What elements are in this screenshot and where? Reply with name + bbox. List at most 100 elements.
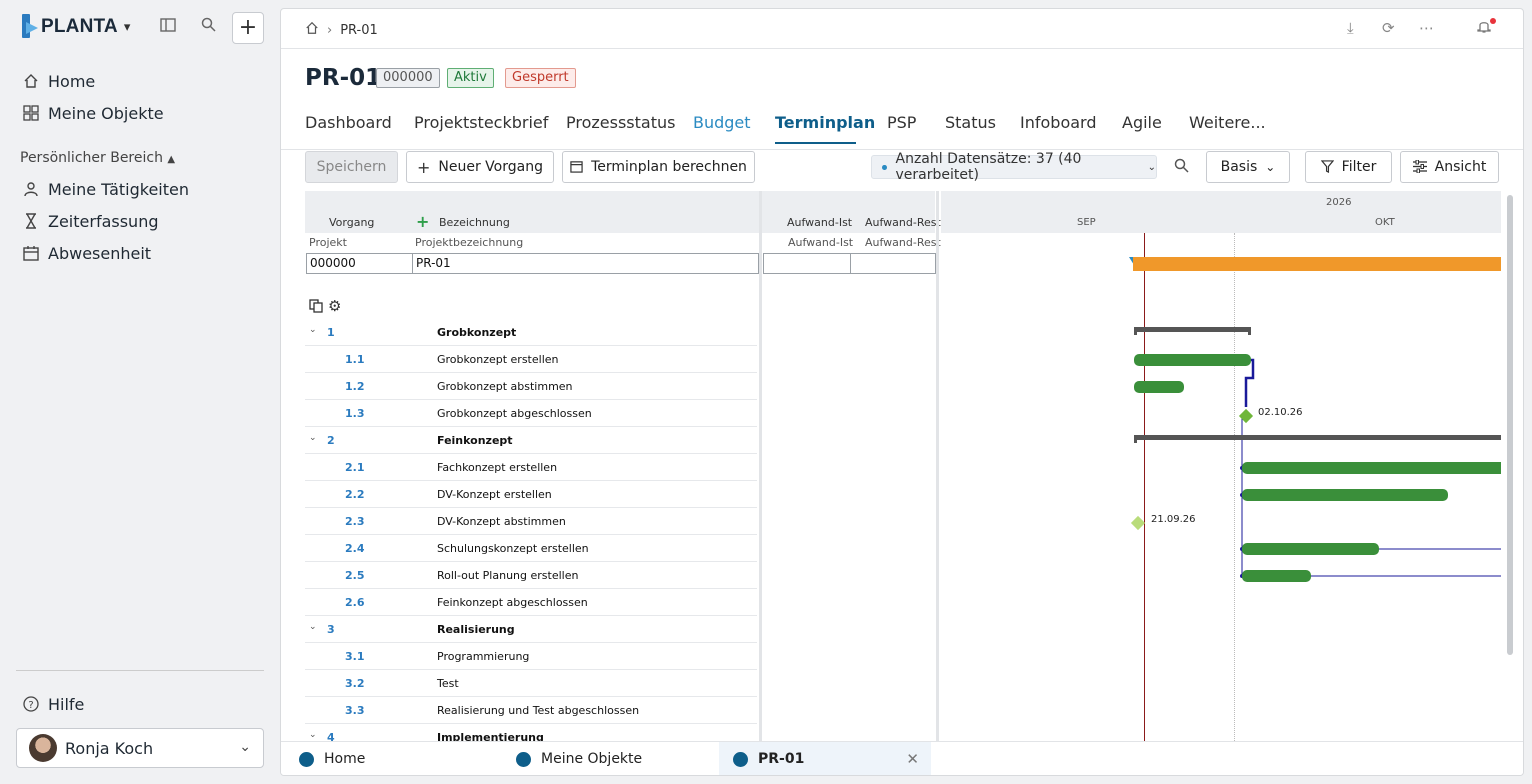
section-persoenlicher-bereich[interactable]: Persönlicher Bereich ▲ — [20, 150, 175, 166]
table-row[interactable]: ⌄ 2 Feinkonzept — [305, 427, 757, 454]
task-name: Roll-out Planung erstellen — [437, 569, 579, 582]
nav-item-hilfe[interactable]: ? Hilfe — [22, 692, 84, 716]
task-name: Programmierung — [437, 650, 530, 663]
new-task-button[interactable]: + Neuer Vorgang — [406, 151, 554, 183]
home-icon[interactable] — [305, 21, 319, 39]
table-row[interactable]: 1.2 Grobkonzept abstimmen — [305, 373, 757, 400]
nav-item-home[interactable]: Home — [22, 69, 95, 93]
tab-weitere[interactable]: Weitere... — [1189, 113, 1266, 132]
panel-toggle-icon[interactable] — [157, 16, 179, 38]
bell-icon[interactable] — [1477, 19, 1491, 38]
search-icon[interactable] — [1174, 158, 1189, 177]
view-button[interactable]: Ansicht — [1400, 151, 1499, 183]
nav-item-abwesenheit[interactable]: Abwesenheit — [22, 241, 151, 265]
planta-logo[interactable]: PLANTA ▾ — [22, 14, 130, 40]
avatar — [29, 734, 57, 762]
task-name: Realisierung und Test abgeschlossen — [437, 704, 640, 717]
more-icon[interactable]: ⋯ — [1419, 19, 1434, 37]
table-row[interactable]: 3.1 Programmierung — [305, 643, 757, 670]
table-row[interactable]: 3.2 Test — [305, 670, 757, 697]
bottom-tab-home[interactable]: Home — [281, 742, 491, 775]
calculate-schedule-button[interactable]: Terminplan berechnen — [562, 151, 755, 183]
create-button[interactable]: + — [232, 12, 264, 44]
task-number: 1.2 — [345, 380, 365, 393]
table-row[interactable]: ⌄ 3 Realisierung — [305, 616, 757, 643]
table-row[interactable]: 2.3 DV-Konzept abstimmen — [305, 508, 757, 535]
notification-badge — [1490, 18, 1496, 24]
chevron-down-icon[interactable]: ⌄ — [309, 622, 317, 632]
chevron-down-icon: ⌄ — [1147, 161, 1156, 173]
tab-projektsteckbrief[interactable]: Projektsteckbrief — [414, 113, 548, 132]
task-name: Grobkonzept — [437, 326, 517, 339]
table-row[interactable]: 1.3 Grobkonzept abgeschlossen — [305, 400, 757, 427]
project-aufwand-ist-field[interactable] — [763, 253, 851, 274]
col-header-aufwand-rest[interactable]: Aufwand-Rest — [865, 216, 941, 229]
chevron-down-icon[interactable]: ⌄ — [309, 325, 317, 335]
task-number: 1.1 — [345, 353, 365, 366]
search-icon[interactable] — [197, 16, 219, 38]
nav-item-zeiterfassung[interactable]: Zeiterfassung — [22, 209, 159, 233]
tab-infoboard[interactable]: Infoboard — [1020, 113, 1096, 132]
table-row[interactable]: 2.4 Schulungskonzept erstellen — [305, 535, 757, 562]
records-dropdown[interactable]: Anzahl Datensätze: 37 (40 verarbeitet) ⌄ — [871, 151, 1157, 183]
tab-agile[interactable]: Agile — [1122, 113, 1162, 132]
chevron-down-icon[interactable]: ⌄ — [309, 433, 317, 443]
project-aufwand-rest-field[interactable] — [850, 253, 936, 274]
col-header-aufwand-ist[interactable]: Aufwand-Ist — [787, 216, 852, 229]
tab-prozessstatus[interactable]: Prozessstatus — [566, 113, 675, 132]
table-row[interactable]: 3.3 Realisierung und Test abgeschlossen — [305, 697, 757, 724]
save-button[interactable]: Speichern — [305, 151, 398, 183]
chevron-down-icon[interactable]: ⌄ — [309, 730, 317, 740]
bottom-tab-pr-01[interactable]: PR-01 ✕ — [719, 742, 931, 775]
nav-item-meine-objekte[interactable]: Meine Objekte — [22, 101, 164, 125]
bottom-tab-label: Home — [324, 751, 366, 767]
person-icon — [22, 180, 40, 198]
logo-text: PLANTA — [41, 16, 118, 37]
task-bar-2-4[interactable] — [1242, 543, 1379, 555]
table-row[interactable]: 2.2 DV-Konzept erstellen — [305, 481, 757, 508]
add-column-icon[interactable]: + — [416, 212, 429, 231]
nav-item-meine-taetigkeiten[interactable]: Meine Tätigkeiten — [22, 177, 189, 201]
project-id-field[interactable]: 000000 — [306, 253, 413, 274]
task-name: Feinkonzept — [437, 434, 513, 447]
table-row[interactable]: 2.1 Fachkonzept erstellen — [305, 454, 757, 481]
task-number: 2.2 — [345, 488, 365, 501]
sliders-icon — [1412, 158, 1427, 177]
task-name: Implementierung — [437, 731, 544, 741]
table-row[interactable]: 1.1 Grobkonzept erstellen — [305, 346, 757, 373]
gantt-splitter[interactable] — [936, 191, 939, 741]
task-bar-2-2[interactable] — [1242, 489, 1448, 501]
breadcrumb-current: PR-01 — [340, 22, 378, 38]
gear-icon[interactable]: ⚙ — [328, 297, 341, 315]
tab-psp[interactable]: PSP — [887, 113, 916, 132]
filter-button[interactable]: Filter — [1305, 151, 1392, 183]
col-header-bezeichnung[interactable]: Bezeichnung — [439, 216, 510, 229]
bottom-tab-meine-objekte[interactable]: Meine Objekte — [498, 742, 708, 775]
col-header-vorgang[interactable]: Vorgang — [329, 216, 374, 229]
table-row[interactable]: 2.5 Roll-out Planung erstellen — [305, 562, 757, 589]
project-name-field[interactable]: PR-01 — [412, 253, 759, 274]
table-row[interactable]: 2.6 Feinkonzept abgeschlossen — [305, 589, 757, 616]
close-icon[interactable]: ✕ — [906, 750, 919, 768]
basis-dropdown[interactable]: Basis ⌄ — [1206, 151, 1290, 183]
tab-status[interactable]: Status — [945, 113, 996, 132]
task-bar-2-5[interactable] — [1242, 570, 1311, 582]
refresh-icon[interactable]: ⟳ — [1382, 19, 1395, 37]
tab-dashboard[interactable]: Dashboard — [305, 113, 392, 132]
task-number: 3.2 — [345, 677, 365, 690]
vertical-scrollbar[interactable] — [1507, 195, 1513, 655]
sidebar-divider — [16, 670, 264, 671]
summary-bar-feinkonzept[interactable] — [1134, 435, 1501, 440]
tab-budget[interactable]: Budget — [693, 113, 751, 132]
download-icon[interactable]: ⤓ — [1347, 19, 1354, 37]
table-row[interactable]: ⌄ 4 Implementierung — [305, 724, 757, 741]
copy-icon[interactable] — [309, 298, 323, 317]
table-row[interactable]: ⌄ 1 Grobkonzept — [305, 319, 757, 346]
calendar-icon — [22, 244, 40, 262]
tab-terminplan[interactable]: Terminplan — [775, 113, 875, 132]
user-menu[interactable]: Ronja Koch ⌄ — [16, 728, 264, 768]
task-bar-2-1[interactable] — [1242, 462, 1501, 474]
column-splitter[interactable] — [759, 191, 762, 741]
gantt-month-okt: OKT — [1375, 217, 1395, 228]
breadcrumb: › PR-01 — [305, 21, 378, 39]
